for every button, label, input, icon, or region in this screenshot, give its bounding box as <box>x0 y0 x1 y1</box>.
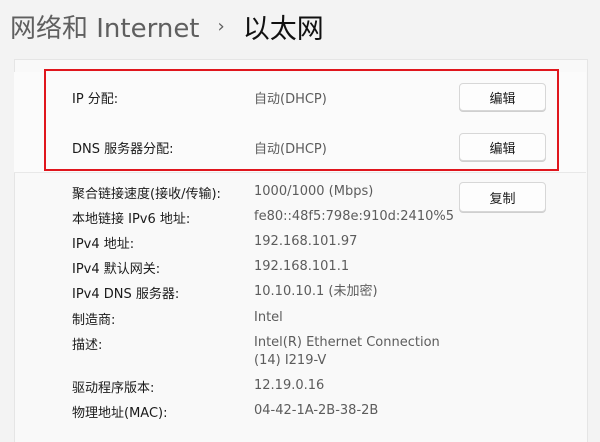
prop-label: 物理地址(MAC): <box>72 406 168 421</box>
prop-value: Intel <box>254 310 283 325</box>
prop-label: 本地链接 IPv6 地址: <box>72 212 191 227</box>
prop-value: Intel(R) Ethernet Connection <box>254 335 440 350</box>
prop-label: 描述: <box>72 338 103 353</box>
breadcrumb: 网络和 Internet › 以太网 <box>10 6 324 46</box>
breadcrumb-parent[interactable]: 网络和 Internet <box>10 8 200 45</box>
prop-label: 聚合链接速度(接收/传输): <box>72 187 221 202</box>
prop-label: 驱动程序版本: <box>72 381 155 396</box>
divider <box>14 172 586 173</box>
prop-label: 制造商: <box>72 313 116 328</box>
copy-button[interactable]: 复制 <box>459 182 546 212</box>
prop-value: 1000/1000 (Mbps) <box>254 184 374 199</box>
prop-value: 10.10.10.1 (未加密) <box>254 284 378 299</box>
prop-label: IPv4 默认网关: <box>72 262 161 277</box>
chevron-right-icon: › <box>217 15 225 37</box>
highlight-box <box>44 69 559 171</box>
page-title: 以太网 <box>242 13 324 45</box>
prop-value-line2: (14) I219-V <box>254 353 327 368</box>
prop-label: IPv4 DNS 服务器: <box>72 287 180 302</box>
prop-value: 04-42-1A-2B-38-2B <box>254 403 379 418</box>
prop-value: fe80::48f5:798e:910d:2410%5 <box>254 209 454 224</box>
prop-label: IPv4 地址: <box>72 237 135 252</box>
prop-value: 12.19.0.16 <box>254 378 325 393</box>
prop-value: 192.168.101.97 <box>254 234 358 249</box>
prop-value: 192.168.101.1 <box>254 259 350 274</box>
